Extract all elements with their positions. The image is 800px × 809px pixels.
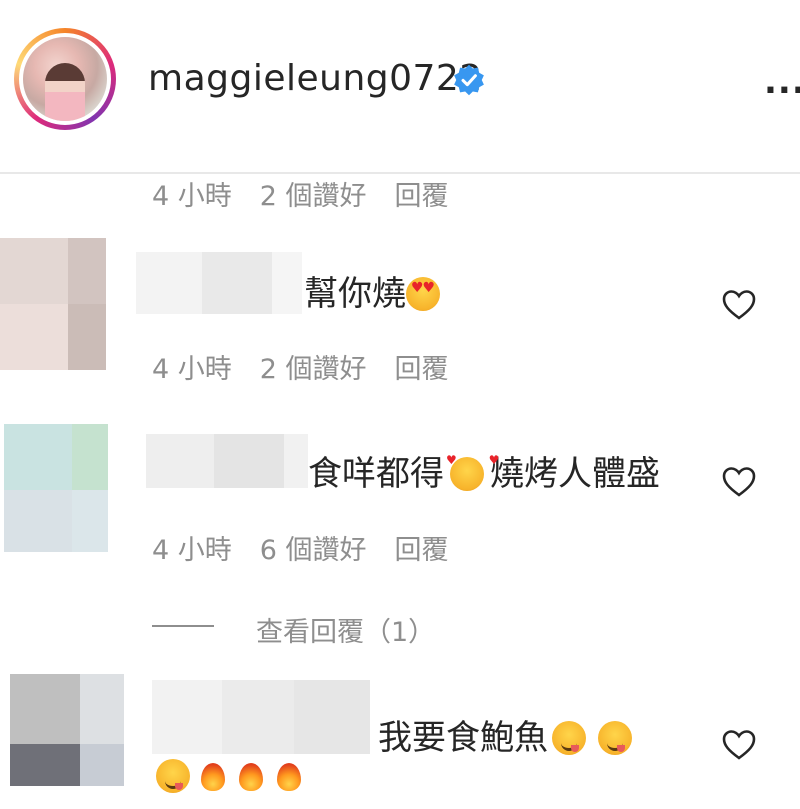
commenter-username-blurred[interactable] [136,252,302,314]
fire-emoji-icon [198,759,228,793]
view-replies-line [152,625,214,627]
more-options-icon[interactable]: ... [764,65,800,99]
yum-emoji-icon [156,759,190,793]
like-heart-icon[interactable] [722,729,756,761]
comment-likes[interactable]: 6 個讚好 [260,535,367,566]
username[interactable]: maggieleung0722 [148,58,483,99]
verified-badge-icon [454,64,484,96]
comment-text-line2 [156,756,304,796]
commenter-username-blurred[interactable] [152,680,370,754]
view-replies-button[interactable]: 查看回覆（1） [256,610,435,649]
commenter-avatar[interactable] [0,238,106,370]
comment-meta: 4 小時 2 個讚好 回覆 [152,347,477,386]
comment-likes[interactable]: 2 個讚好 [260,354,367,385]
heart-eyes-emoji-icon [406,277,440,311]
reply-button[interactable]: 回覆 [395,535,449,566]
avatar-image [19,33,111,125]
comment-time: 4 小時 [152,535,232,566]
comment-time: 4 小時 [152,181,232,212]
comment-meta: 4 小時 2 個讚好 回覆 [152,174,477,213]
comment-text: 幫你燒 [304,266,440,315]
fire-emoji-icon [236,759,266,793]
reply-button[interactable]: 回覆 [395,181,449,212]
like-heart-icon[interactable] [722,289,756,321]
reply-button[interactable]: 回覆 [395,354,449,385]
post-header: maggieleung0722 ... [0,0,800,172]
comment-time: 4 小時 [152,354,232,385]
comment-text: 我要食鮑魚 [378,710,632,759]
commenter-username-blurred[interactable] [146,434,308,488]
yum-emoji-icon [552,721,586,755]
commenter-avatar[interactable] [10,674,124,786]
like-heart-icon[interactable] [722,466,756,498]
commenter-avatar[interactable] [4,424,108,552]
smiling-face-with-hearts-emoji-icon [446,453,513,491]
comment-meta: 4 小時 6 個讚好 回覆 [152,528,477,567]
fire-emoji-icon [274,759,304,793]
yum-emoji-icon [598,721,632,755]
comment-likes[interactable]: 2 個讚好 [260,181,367,212]
comment-text: 食咩都得燒烤人體盛 [308,446,660,495]
profile-avatar[interactable] [14,28,116,130]
